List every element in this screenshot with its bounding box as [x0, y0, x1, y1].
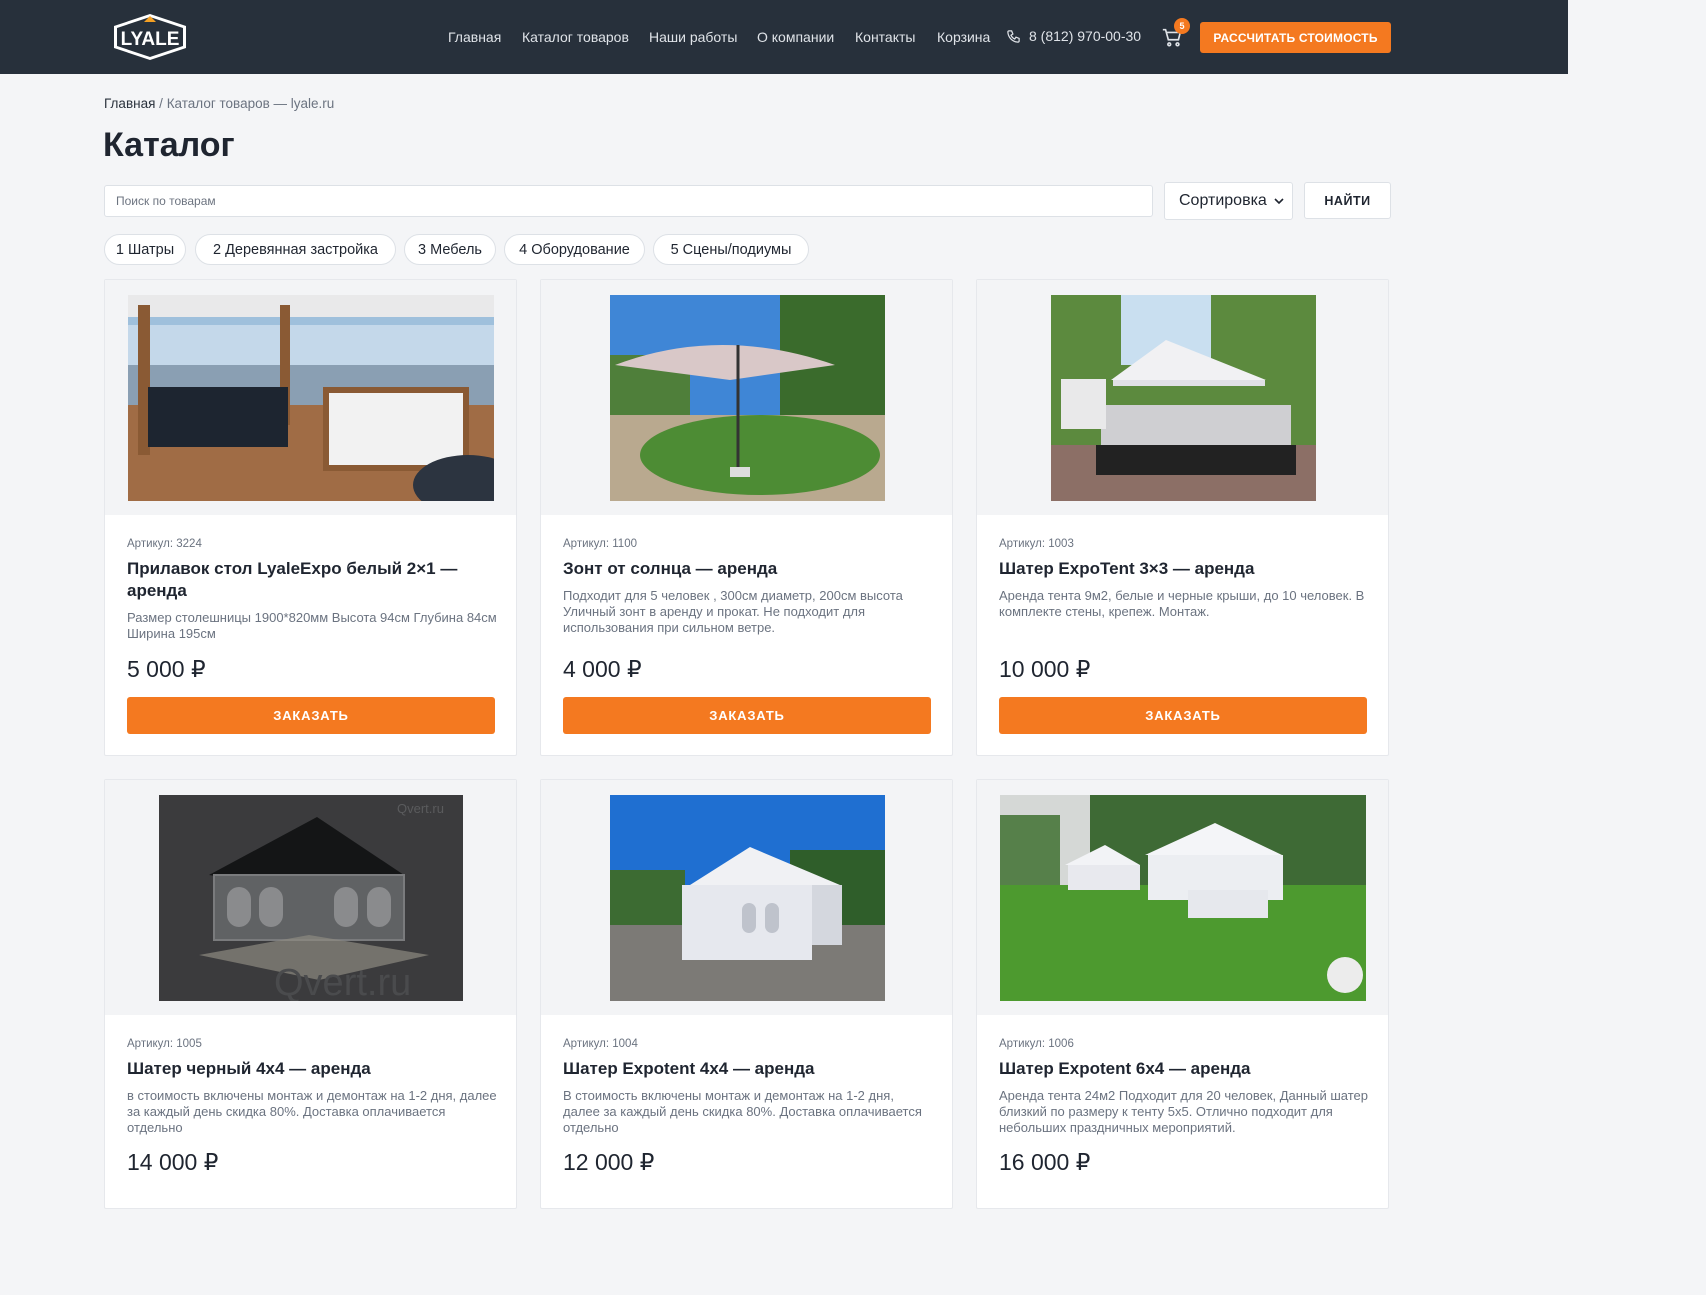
product-name[interactable]: Шатер Expotent 6х4 — аренда: [999, 1058, 1369, 1080]
breadcrumb-home[interactable]: Главная: [104, 96, 155, 111]
nav-home[interactable]: Главная: [448, 29, 501, 45]
order-button[interactable]: ЗАКАЗАТЬ: [127, 697, 495, 734]
product-card: Артикул: 1004 Шатер Expotent 4х4 — аренд…: [540, 779, 953, 1209]
search-input[interactable]: [104, 185, 1153, 217]
breadcrumb: Главная / Каталог товаров — lyale.ru: [104, 96, 334, 111]
product-price: 12 000 ₽: [563, 1149, 655, 1175]
product-description: Аренда тента 9м2, белые и черные крыши, …: [999, 588, 1365, 619]
order-button[interactable]: ЗАКАЗАТЬ: [999, 697, 1367, 734]
nav-our-works[interactable]: Наши работы: [649, 29, 737, 45]
product-price: 16 000 ₽: [999, 1149, 1091, 1175]
product-description: Размер столешницы 1900*820мм Высота 94см…: [127, 610, 497, 641]
nav-catalog[interactable]: Каталог товаров: [522, 29, 629, 45]
product-sku: Артикул: 1003: [999, 538, 1074, 550]
nav-contacts[interactable]: Контакты: [855, 29, 915, 45]
product-price: 10 000 ₽: [999, 656, 1091, 682]
cart-count-badge: 5: [1174, 18, 1190, 34]
product-image-area: [105, 280, 516, 515]
phone-icon: [1007, 29, 1020, 43]
order-button[interactable]: ЗАКАЗАТЬ: [563, 697, 931, 734]
find-button[interactable]: НАЙТИ: [1304, 182, 1391, 219]
chevron-down-icon: [1274, 198, 1284, 205]
phone-number: 8 (812) 970-00-30: [1029, 28, 1142, 44]
product-image-area: Qvert.ru Qvert.ru: [105, 780, 516, 1015]
product-price: 14 000 ₽: [127, 1149, 219, 1175]
product-description: в стоимость включены монтаж и демонтаж н…: [127, 1088, 497, 1135]
svg-text:Qvert.ru: Qvert.ru: [274, 962, 411, 1001]
product-photo[interactable]: [610, 795, 885, 1001]
product-photo[interactable]: Qvert.ru Qvert.ru: [159, 795, 463, 1001]
site-header: LYALE Главная Каталог товаров Наши работ…: [0, 0, 1568, 74]
product-name[interactable]: Шатер Expotent 4х4 — аренда: [563, 1058, 933, 1080]
product-photo[interactable]: [1000, 795, 1366, 1001]
product-name[interactable]: Зонт от солнца — аренда: [563, 558, 933, 580]
product-card: Артикул: 1006 Шатер Expotent 6х4 — аренд…: [976, 779, 1389, 1209]
nav-about[interactable]: О компании: [757, 29, 834, 45]
product-card: Qvert.ru Qvert.ru Артикул: 1005 Шатер че…: [104, 779, 517, 1209]
product-sku: Артикул: 1005: [127, 1038, 202, 1050]
phone-link[interactable]: 8 (812) 970-00-30: [1006, 28, 1141, 44]
product-sku: Артикул: 1004: [563, 1038, 638, 1050]
product-image-area: [977, 280, 1388, 515]
sort-select[interactable]: Сортировка: [1164, 182, 1293, 220]
svg-text:LYALE: LYALE: [121, 29, 180, 50]
product-card: Артикул: 1003 Шатер ExpoTent 3×3 — аренд…: [976, 279, 1389, 756]
product-description: В стоимость включены монтаж и демонтаж н…: [563, 1088, 922, 1135]
product-image-area: [541, 780, 952, 1015]
product-price: 5 000 ₽: [127, 656, 206, 682]
breadcrumb-separator: /: [159, 96, 163, 111]
product-photo[interactable]: [128, 295, 494, 501]
product-sku: Артикул: 3224: [127, 538, 202, 550]
category-furniture[interactable]: 3 Мебель: [404, 234, 496, 265]
lyale-logo[interactable]: LYALE: [110, 12, 190, 62]
product-sku: Артикул: 1100: [563, 538, 637, 550]
product-card: Артикул: 3224 Прилавок стол LyaleExpo бе…: [104, 279, 517, 756]
product-name[interactable]: Прилавок стол LyaleExpo белый 2×1 — арен…: [127, 558, 497, 602]
product-image-area: [977, 780, 1388, 1015]
category-wooden-structures[interactable]: 2 Деревянная застройка: [195, 234, 396, 265]
breadcrumb-current: Каталог товаров — lyale.ru: [166, 96, 335, 111]
product-image-area: [541, 280, 952, 515]
product-name[interactable]: Шатер черный 4х4 — аренда: [127, 1058, 497, 1080]
product-description: Подходит для 5 человек , 300см диаметр, …: [563, 588, 903, 635]
nav-cart[interactable]: Корзина: [937, 29, 990, 45]
product-photo[interactable]: [610, 295, 885, 501]
product-card: Артикул: 1100 Зонт от солнца — аренда По…: [540, 279, 953, 756]
product-description: Аренда тента 24м2 Подходит для 20 челове…: [999, 1088, 1369, 1135]
page-title: Каталог: [103, 126, 235, 164]
product-name[interactable]: Шатер ExpoTent 3×3 — аренда: [999, 558, 1369, 580]
sort-label: Сортировка: [1179, 192, 1267, 209]
svg-text:Qvert.ru: Qvert.ru: [397, 801, 444, 816]
category-equipment[interactable]: 4 Оборудование: [504, 234, 645, 265]
category-stages[interactable]: 5 Сцены/подиумы: [653, 234, 809, 265]
category-tents[interactable]: 1 Шатры: [104, 234, 186, 265]
calculate-cost-button[interactable]: РАССЧИТАТЬ СТОИМОСТЬ: [1200, 22, 1391, 53]
product-photo[interactable]: [1051, 295, 1316, 501]
product-sku: Артикул: 1006: [999, 1038, 1074, 1050]
product-price: 4 000 ₽: [563, 656, 642, 682]
